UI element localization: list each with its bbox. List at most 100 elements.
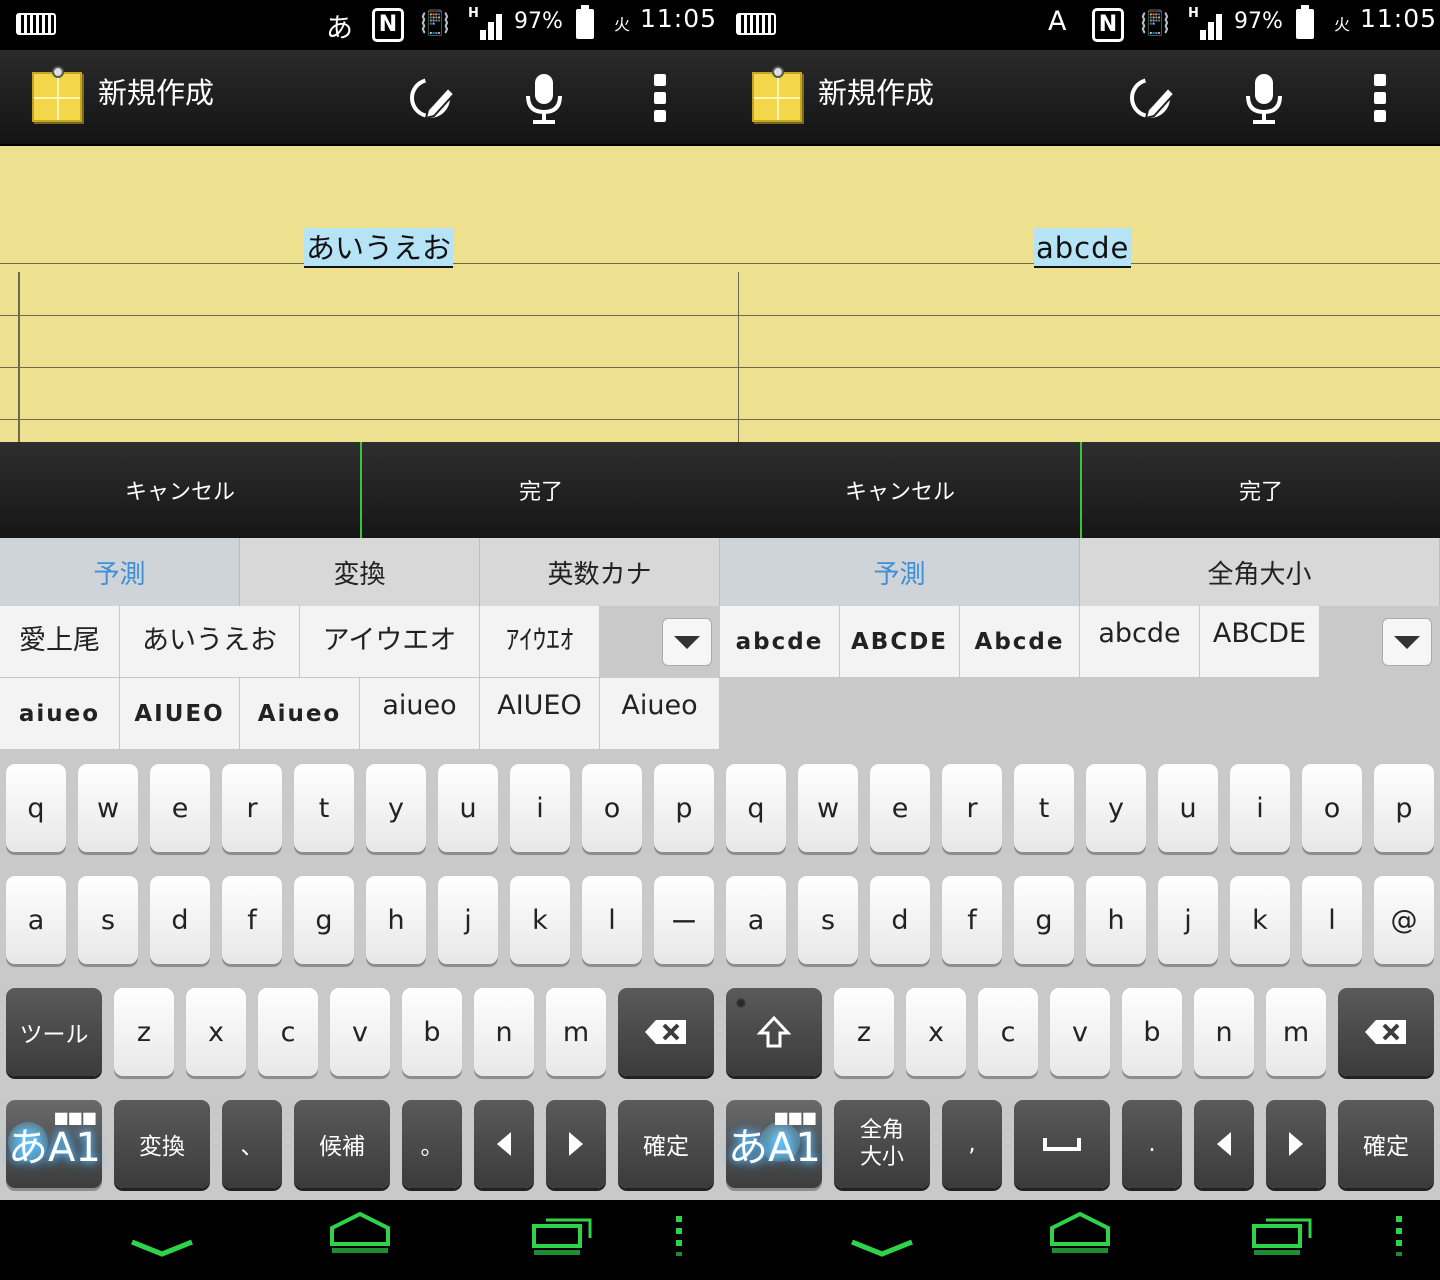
- input-mode-key[interactable]: あA1 ■■■: [726, 1100, 822, 1188]
- tab-prediction[interactable]: 予測: [720, 538, 1080, 606]
- cursor-left-key[interactable]: [474, 1100, 534, 1188]
- key-o[interactable]: o: [582, 764, 642, 852]
- key-w[interactable]: w: [798, 764, 858, 852]
- key-i[interactable]: i: [510, 764, 570, 852]
- tab-prediction[interactable]: 予測: [0, 538, 240, 606]
- key-v[interactable]: v: [1050, 988, 1110, 1076]
- cursor-right-key[interactable]: [546, 1100, 606, 1188]
- cancel-button[interactable]: キャンセル: [0, 442, 360, 538]
- key-r[interactable]: r: [222, 764, 282, 852]
- candidate-item[interactable]: Aiueo: [240, 678, 360, 750]
- key-f[interactable]: f: [222, 876, 282, 964]
- key-m[interactable]: m: [1266, 988, 1326, 1076]
- key-i[interactable]: i: [1230, 764, 1290, 852]
- key-y[interactable]: y: [1086, 764, 1146, 852]
- shift-key[interactable]: [726, 988, 822, 1076]
- candidate-item[interactable]: AIUEO: [120, 678, 240, 750]
- candidate-item[interactable]: 愛上尾: [0, 606, 120, 678]
- key-c[interactable]: c: [258, 988, 318, 1076]
- key-v[interactable]: v: [330, 988, 390, 1076]
- key-e[interactable]: e: [150, 764, 210, 852]
- key-at[interactable]: @: [1374, 876, 1434, 964]
- selected-text[interactable]: abcde: [1034, 228, 1132, 268]
- memo-app-icon[interactable]: [32, 72, 82, 122]
- tool-key[interactable]: ツール: [6, 988, 102, 1076]
- candidate-item[interactable]: ABCDE: [840, 606, 960, 678]
- key-y[interactable]: y: [366, 764, 426, 852]
- period-key[interactable]: 。: [402, 1100, 462, 1188]
- confirm-key[interactable]: 確定: [1338, 1100, 1434, 1188]
- comma-key[interactable]: ,: [942, 1100, 1002, 1188]
- comma-key[interactable]: 、: [222, 1100, 282, 1188]
- key-l[interactable]: l: [582, 876, 642, 964]
- candidate-item[interactable]: aiueo: [0, 678, 120, 750]
- key-s[interactable]: s: [78, 876, 138, 964]
- candidate-item[interactable]: Abcde: [960, 606, 1080, 678]
- key-j[interactable]: j: [1158, 876, 1218, 964]
- key-d[interactable]: d: [870, 876, 930, 964]
- key-p[interactable]: p: [654, 764, 714, 852]
- period-key[interactable]: .: [1122, 1100, 1182, 1188]
- done-button[interactable]: 完了: [1080, 442, 1440, 538]
- width-case-key[interactable]: 全角 大小: [834, 1100, 930, 1188]
- back-icon[interactable]: [131, 1239, 193, 1257]
- tab-conversion[interactable]: 変換: [240, 538, 480, 606]
- convert-key[interactable]: 変換: [114, 1100, 210, 1188]
- candidate-item[interactable]: aiueo: [360, 678, 480, 750]
- candidate-item[interactable]: ABCDE: [1200, 606, 1320, 678]
- candidate-item[interactable]: abcde: [720, 606, 840, 678]
- key-z[interactable]: z: [834, 988, 894, 1076]
- key-s[interactable]: s: [798, 876, 858, 964]
- key-x[interactable]: x: [906, 988, 966, 1076]
- expand-candidates-icon[interactable]: [1382, 618, 1432, 666]
- key-a[interactable]: a: [6, 876, 66, 964]
- microphone-icon[interactable]: [1234, 68, 1294, 128]
- overflow-menu-icon[interactable]: [1350, 68, 1410, 128]
- key-q[interactable]: q: [726, 764, 786, 852]
- candidate-item[interactable]: Aiueo: [600, 678, 720, 750]
- key-j[interactable]: j: [438, 876, 498, 964]
- key-l[interactable]: l: [1302, 876, 1362, 964]
- memo-app-icon[interactable]: [752, 72, 802, 122]
- key-n[interactable]: n: [474, 988, 534, 1076]
- microphone-icon[interactable]: [514, 68, 574, 128]
- backspace-key[interactable]: [1338, 988, 1434, 1076]
- key-k[interactable]: k: [1230, 876, 1290, 964]
- overflow-menu-icon[interactable]: [630, 68, 690, 128]
- candidates-key[interactable]: 候補: [294, 1100, 390, 1188]
- key-w[interactable]: w: [78, 764, 138, 852]
- candidate-item[interactable]: AIUEO: [480, 678, 600, 750]
- back-icon[interactable]: [851, 1239, 913, 1257]
- recent-apps-icon[interactable]: [532, 1218, 592, 1255]
- home-icon[interactable]: [330, 1211, 390, 1253]
- candidate-item[interactable]: あいうえお: [120, 606, 300, 678]
- backspace-key[interactable]: [618, 988, 714, 1076]
- key-a[interactable]: a: [726, 876, 786, 964]
- key-h[interactable]: h: [366, 876, 426, 964]
- key-m[interactable]: m: [546, 988, 606, 1076]
- pen-icon[interactable]: [1122, 68, 1182, 128]
- pen-icon[interactable]: [402, 68, 462, 128]
- key-r[interactable]: r: [942, 764, 1002, 852]
- cursor-left-key[interactable]: [1194, 1100, 1254, 1188]
- key-c[interactable]: c: [978, 988, 1038, 1076]
- memo-paper[interactable]: abcde: [720, 146, 1440, 442]
- key-k[interactable]: k: [510, 876, 570, 964]
- key-b[interactable]: b: [402, 988, 462, 1076]
- key-u[interactable]: u: [438, 764, 498, 852]
- tab-width-case[interactable]: 全角大小: [1080, 538, 1440, 606]
- tab-alnum-kana[interactable]: 英数カナ: [480, 538, 720, 606]
- key-f[interactable]: f: [942, 876, 1002, 964]
- key-q[interactable]: q: [6, 764, 66, 852]
- key-u[interactable]: u: [1158, 764, 1218, 852]
- key-g[interactable]: g: [294, 876, 354, 964]
- key-d[interactable]: d: [150, 876, 210, 964]
- confirm-key[interactable]: 確定: [618, 1100, 714, 1188]
- done-button[interactable]: 完了: [360, 442, 720, 538]
- cursor-right-key[interactable]: [1266, 1100, 1326, 1188]
- menu-icon[interactable]: [676, 1216, 682, 1256]
- space-key[interactable]: [1014, 1100, 1110, 1188]
- candidate-item[interactable]: ｱｲｳｴｵ: [480, 606, 600, 678]
- key-t[interactable]: t: [1014, 764, 1074, 852]
- input-mode-key[interactable]: あA1 ■■■: [6, 1100, 102, 1188]
